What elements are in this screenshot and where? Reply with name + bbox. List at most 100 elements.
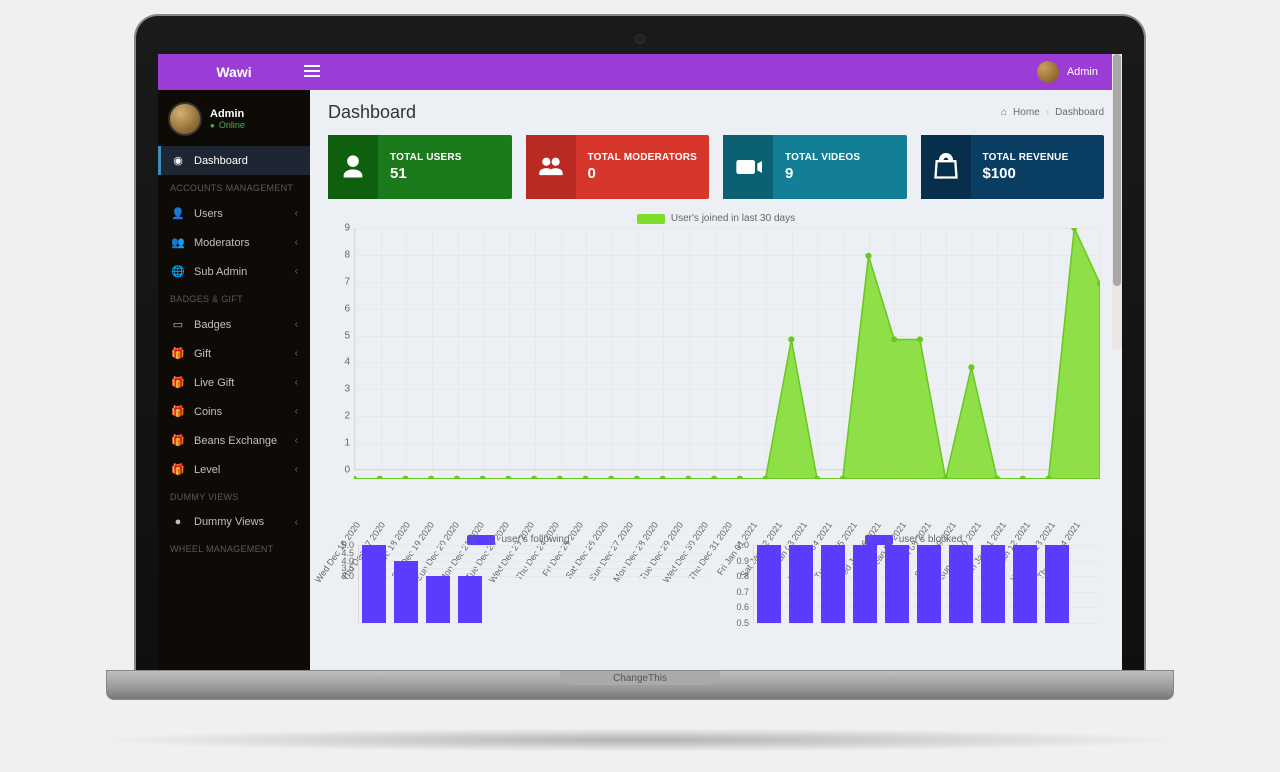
stat-value: 51 — [390, 165, 462, 182]
scrollbar-thumb[interactable] — [1113, 54, 1121, 286]
sidebar-item-label: Dashboard — [194, 155, 298, 167]
sidebar-item-label: Dummy Views — [194, 516, 295, 528]
laptop-base-label: ChangeThis — [560, 671, 720, 685]
topbar-user-name: Admin — [1067, 66, 1098, 78]
sidebar-item-beans-exchange[interactable]: 🎁 Beans Exchange‹ — [158, 426, 310, 455]
chevron-left-icon: ‹ — [295, 435, 298, 446]
sidebar-item-live-gift[interactable]: 🎁Live Gift‹ — [158, 368, 310, 397]
home-icon: ⌂ — [1001, 107, 1007, 118]
sidebar-item-label: Gift — [194, 348, 295, 360]
topbar: Wawi Admin — [158, 54, 1122, 90]
chevron-left-icon: ‹ — [295, 406, 298, 417]
bar — [394, 561, 418, 623]
y-tick: 0 — [328, 465, 350, 476]
y-tick: 0.8 — [723, 571, 749, 581]
dashboard-icon: ◉ — [170, 154, 186, 167]
y-tick: 1.0 — [723, 540, 749, 550]
sidebar-header: Dummy Views — [158, 484, 310, 508]
hamburger-icon — [304, 62, 320, 80]
sidebar-item-dashboard[interactable]: ◉ Dashboard — [158, 146, 310, 175]
sidebar-item-label: Sub Admin — [194, 266, 295, 278]
user-icon — [328, 135, 378, 199]
y-tick: 3 — [328, 384, 350, 395]
users-icon — [526, 135, 576, 199]
chevron-left-icon: ‹ — [295, 377, 298, 388]
brand-logo[interactable]: Wawi — [172, 64, 296, 80]
stat-card-total-revenue[interactable]: TOTAL REVENUE$100 — [921, 135, 1105, 199]
gift-icon: 🎁 — [170, 347, 186, 360]
stat-card-total-videos[interactable]: TOTAL VIDEOS9 — [723, 135, 907, 199]
sidebar-profile[interactable]: Admin Online — [158, 90, 310, 146]
sidebar-header: ACCOUNTS MANAGEMENT — [158, 175, 310, 199]
chart-legend: User's joined in last 30 days — [328, 213, 1104, 224]
sidebar-item-users[interactable]: 👤Users‹ — [158, 199, 310, 228]
book-icon: ▭ — [170, 318, 186, 331]
hamburger-button[interactable] — [296, 58, 328, 87]
bar — [426, 576, 450, 623]
chevron-left-icon: ‹ — [295, 319, 298, 330]
bar — [885, 545, 909, 623]
stat-value: $100 — [983, 165, 1069, 182]
page-title: Dashboard — [328, 102, 416, 123]
breadcrumb-home[interactable]: Home — [1013, 107, 1040, 118]
legend-swatch — [637, 214, 665, 224]
gift-icon: 🎁 — [170, 405, 186, 418]
sidebar-status: Online — [210, 120, 245, 130]
sidebar-item-sub-admin[interactable]: 🌐 Sub Admin‹ — [158, 257, 310, 286]
bar — [917, 545, 941, 623]
y-tick: 1 — [328, 438, 350, 449]
avatar — [168, 102, 202, 136]
legend-label: User's joined in last 30 days — [671, 213, 795, 224]
stat-label: TOTAL USERS — [390, 152, 462, 163]
sidebar-item-label: Live Gift — [194, 377, 295, 389]
stat-card-total-users[interactable]: TOTAL USERS 51 — [328, 135, 512, 199]
y-tick: 0.5 — [723, 618, 749, 628]
chevron-left-icon: ‹ — [295, 348, 298, 359]
sidebar-username: Admin — [210, 108, 245, 120]
stat-card-total-moderators[interactable]: TOTAL MODERATORS 0 — [526, 135, 710, 199]
globe-icon: 🌐 — [170, 265, 186, 278]
sidebar-item-label: Users — [194, 208, 295, 220]
bar — [757, 545, 781, 623]
chevron-left-icon: ‹ — [295, 208, 298, 219]
sidebar-header: BADGES & GIFT — [158, 286, 310, 310]
gift-icon: 🎁 — [170, 434, 186, 447]
avatar — [1037, 61, 1059, 83]
breadcrumb-current: Dashboard — [1055, 107, 1104, 118]
breadcrumb: ⌂ Home › Dashboard — [1001, 107, 1104, 118]
sidebar-item-coins[interactable]: 🎁 Coins‹ — [158, 397, 310, 426]
stat-label: TOTAL MODERATORS — [588, 152, 698, 163]
y-tick: 0.7 — [723, 587, 749, 597]
topbar-user-menu[interactable]: Admin — [1037, 61, 1108, 83]
sidebar-item-label: Level — [194, 464, 295, 476]
sidebar-item-moderators[interactable]: 👥Moderators‹ — [158, 228, 310, 257]
bag-icon — [921, 135, 971, 199]
y-tick: 8 — [328, 249, 350, 260]
stat-value: 0 — [588, 165, 698, 182]
laptop-mockup: Wawi Admin Admin — [134, 14, 1146, 734]
y-tick: 7 — [328, 276, 350, 287]
y-tick: 2 — [328, 411, 350, 422]
circle-icon: ● — [170, 516, 186, 528]
sidebar-item-level[interactable]: 🎁Level‹ — [158, 455, 310, 484]
sidebar-header: WHEEL MANAGEMENT — [158, 536, 310, 560]
chevron-left-icon: ‹ — [295, 464, 298, 475]
chevron-left-icon: ‹ — [295, 517, 298, 528]
sidebar-item-label: Coins — [194, 406, 295, 418]
sidebar-item-dummy-views[interactable]: ● Dummy Views‹ — [158, 508, 310, 536]
scrollbar[interactable] — [1112, 54, 1122, 349]
sidebar-item-label: Beans Exchange — [194, 435, 295, 447]
y-tick: 5.0 — [328, 540, 354, 550]
sidebar-item-label: Badges — [194, 319, 295, 331]
chevron-left-icon: ‹ — [295, 237, 298, 248]
users-following-chart: user's following 3.03.54.04.55.0 — [328, 534, 709, 623]
video-icon — [723, 135, 773, 199]
bar — [362, 545, 386, 623]
bar — [458, 576, 482, 623]
sidebar-item-gift[interactable]: 🎁 Gift‹ — [158, 339, 310, 368]
sidebar-item-badges[interactable]: ▭ Badges‹ — [158, 310, 310, 339]
chevron-left-icon: ‹ — [295, 266, 298, 277]
bar — [949, 545, 973, 623]
stat-value: 9 — [785, 165, 860, 182]
bar — [981, 545, 1005, 623]
